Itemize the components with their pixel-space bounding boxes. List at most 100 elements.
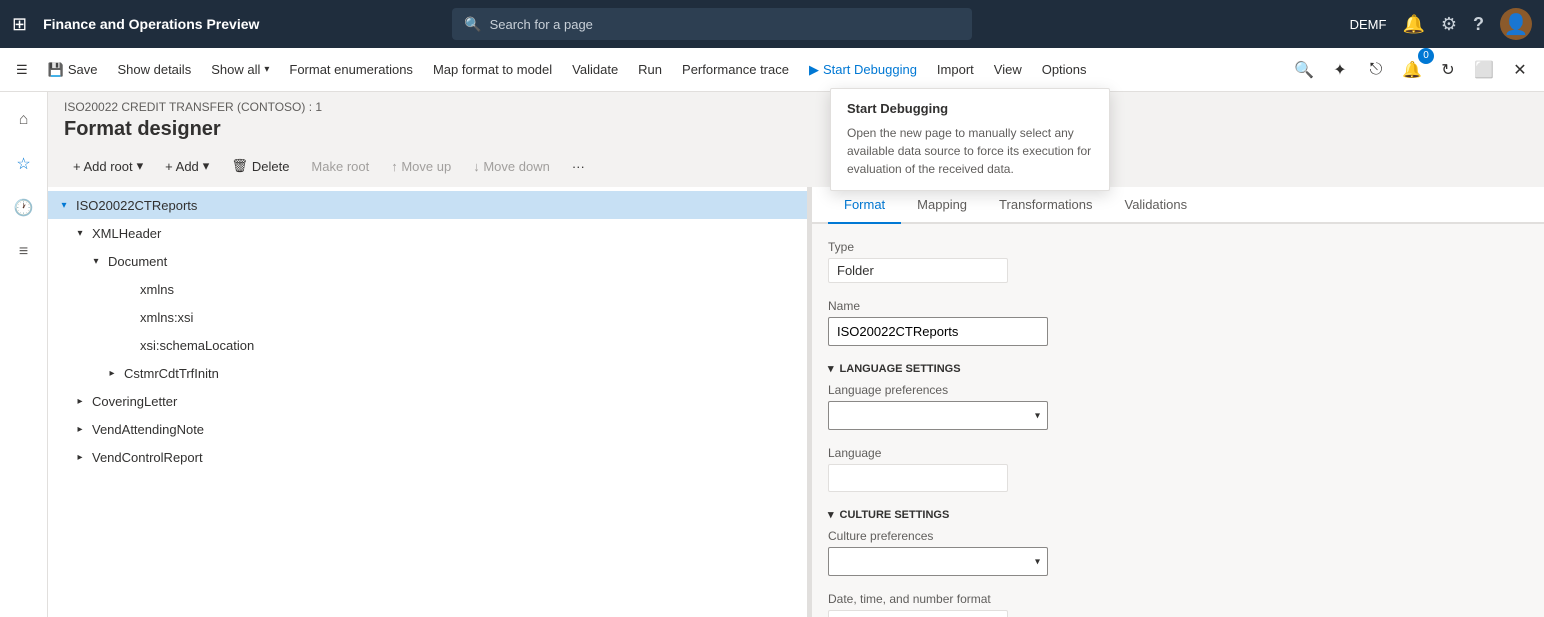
delete-icon: 🗑 xyxy=(231,158,248,174)
date-time-field: Date, time, and number format xyxy=(828,592,1528,617)
culture-preferences-select[interactable] xyxy=(828,547,1048,576)
tree-content: ▾ ISO20022CTReports ▾ XMLHeader ▾ Docume… xyxy=(48,187,807,617)
language-preferences-select[interactable] xyxy=(828,401,1048,430)
import-button[interactable]: Import xyxy=(929,56,982,83)
options-button[interactable]: Options xyxy=(1034,56,1095,83)
tree-row[interactable]: ▾ Document xyxy=(48,247,807,275)
refresh-button[interactable]: ↻ xyxy=(1432,54,1464,86)
tab-mapping[interactable]: Mapping xyxy=(901,187,983,224)
search-toolbar-button[interactable]: 🔍 xyxy=(1288,54,1320,86)
language-value xyxy=(828,464,1008,492)
tree-item-label: ISO20022CTReports xyxy=(76,198,197,213)
help-icon[interactable]: ? xyxy=(1473,14,1484,35)
search-icon: 🔍 xyxy=(464,16,481,33)
tab-format[interactable]: Format xyxy=(828,187,901,224)
tree-row[interactable]: ▸ CstmrCdtTrfInitn xyxy=(48,359,807,387)
tree-row[interactable]: ▸ xsi:schemaLocation xyxy=(48,331,807,359)
more-label: ··· xyxy=(572,159,585,174)
tree-row[interactable]: ▸ VendAttendingNote xyxy=(48,415,807,443)
validate-button[interactable]: Validate xyxy=(564,56,626,83)
language-preferences-field: Language preferences ▾ xyxy=(828,383,1528,430)
tab-validations-label: Validations xyxy=(1124,197,1187,212)
tree-item-label: CstmrCdtTrfInitn xyxy=(124,366,219,381)
format-enumerations-button[interactable]: Format enumerations xyxy=(281,56,421,83)
split-pane: ▾ ISO20022CTReports ▾ XMLHeader ▾ Docume… xyxy=(48,187,1544,617)
sidebar-clock-icon[interactable]: 🕐 xyxy=(4,188,44,228)
tree-row[interactable]: ▸ CoveringLetter xyxy=(48,387,807,415)
tree-item-label: xmlns xyxy=(140,282,174,297)
culture-collapse-arrow: ▾ xyxy=(828,508,834,521)
make-root-button[interactable]: Make root xyxy=(302,154,378,179)
show-all-button[interactable]: Show all ▾ xyxy=(203,56,277,83)
maximize-button[interactable]: ⬜ xyxy=(1468,54,1500,86)
tree-panel: ▾ ISO20022CTReports ▾ XMLHeader ▾ Docume… xyxy=(48,187,808,617)
culture-preferences-select-wrap: ▾ xyxy=(828,547,1048,576)
add-button[interactable]: + Add ▾ xyxy=(156,153,218,179)
sidebar-star-icon[interactable]: ☆ xyxy=(4,144,44,184)
search-bar[interactable]: 🔍 Search for a page xyxy=(452,8,972,40)
sidebar-home-icon[interactable]: ⌂ xyxy=(4,100,44,140)
culture-settings-header[interactable]: ▾ CULTURE SETTINGS xyxy=(828,508,1528,521)
more-button[interactable]: ··· xyxy=(563,154,594,179)
culture-preferences-field: Culture preferences ▾ xyxy=(828,529,1528,576)
app-grid-icon[interactable]: ⊞ xyxy=(12,14,27,35)
tree-row[interactable]: ▸ VendControlReport xyxy=(48,443,807,471)
expand-xmlheader-icon: ▾ xyxy=(72,225,88,241)
show-details-label: Show details xyxy=(117,62,191,77)
map-format-button[interactable]: Map format to model xyxy=(425,56,560,83)
expand-document-icon: ▾ xyxy=(88,253,104,269)
language-field: Language xyxy=(828,446,1528,492)
expand-vend-control-icon: ▸ xyxy=(72,449,88,465)
secondary-toolbar: ☰ 💾 Save Show details Show all ▾ Format … xyxy=(0,48,1544,92)
tab-transformations-label: Transformations xyxy=(999,197,1092,212)
add-root-label: + Add root xyxy=(73,159,133,174)
bell-icon: 🔔 xyxy=(1402,14,1424,35)
add-root-button[interactable]: + Add root ▾ xyxy=(64,153,152,179)
tree-row[interactable]: ▸ xmlns:xsi xyxy=(48,303,807,331)
start-debugging-button[interactable]: ▶ Start Debugging xyxy=(801,56,925,84)
tree-row[interactable]: ▸ xmlns xyxy=(48,275,807,303)
move-down-button[interactable]: ↓ Move down xyxy=(464,154,559,179)
page-title: Format designer xyxy=(48,118,1544,149)
search-placeholder: Search for a page xyxy=(490,17,593,32)
expand-covering-icon: ▸ xyxy=(72,393,88,409)
tree-row[interactable]: ▾ ISO20022CTReports xyxy=(48,191,807,219)
designer-toolbar: + Add root ▾ + Add ▾ 🗑 Delete Make root … xyxy=(48,149,1544,187)
toolbar-right-actions: 🔍 ✦ ⎋ 🔔 0 ↻ ⬜ ✕ xyxy=(1288,54,1536,86)
run-button[interactable]: Run xyxy=(630,56,670,83)
validate-label: Validate xyxy=(572,62,618,77)
tab-transformations[interactable]: Transformations xyxy=(983,187,1108,224)
show-details-button[interactable]: Show details xyxy=(109,56,199,83)
tab-validations[interactable]: Validations xyxy=(1108,187,1203,224)
sidebar-list-icon[interactable]: ≡ xyxy=(4,232,44,272)
move-up-button[interactable]: ↑ Move up xyxy=(382,154,460,179)
name-input[interactable] xyxy=(828,317,1048,346)
start-debugging-label: Start Debugging xyxy=(823,62,917,77)
tree-row[interactable]: ▾ XMLHeader xyxy=(48,219,807,247)
magic-button[interactable]: ✦ xyxy=(1324,54,1356,86)
avatar-image: 👤 xyxy=(1504,12,1529,37)
performance-trace-button[interactable]: Performance trace xyxy=(674,56,797,83)
run-label: Run xyxy=(638,62,662,77)
name-field: Name xyxy=(828,299,1528,346)
show-all-label: Show all xyxy=(211,62,260,77)
hamburger-button[interactable]: ☰ xyxy=(8,56,36,84)
user-avatar[interactable]: 👤 xyxy=(1500,8,1532,40)
notification-badge-count: 0 xyxy=(1418,48,1434,64)
type-value: Folder xyxy=(828,258,1008,283)
type-label: Type xyxy=(828,240,1528,254)
name-label: Name xyxy=(828,299,1528,313)
view-button[interactable]: View xyxy=(986,56,1030,83)
tooltip-title: Start Debugging xyxy=(847,101,1093,116)
notification-count-button[interactable]: 🔔 0 xyxy=(1396,54,1428,86)
map-format-label: Map format to model xyxy=(433,62,552,77)
gear-icon[interactable]: ⚙ xyxy=(1441,14,1457,35)
share-button[interactable]: ⎋ xyxy=(1360,54,1392,86)
language-settings-header[interactable]: ▾ LANGUAGE SETTINGS xyxy=(828,362,1528,375)
close-button[interactable]: ✕ xyxy=(1504,54,1536,86)
main-layout: ⌂ ☆ 🕐 ≡ ISO20022 CREDIT TRANSFER (CONTOS… xyxy=(0,92,1544,617)
delete-button[interactable]: 🗑 Delete xyxy=(222,153,298,179)
add-root-chevron: ▾ xyxy=(137,158,144,174)
notification-bell[interactable]: 🔔 xyxy=(1402,14,1424,35)
save-button[interactable]: 💾 Save xyxy=(40,56,106,84)
